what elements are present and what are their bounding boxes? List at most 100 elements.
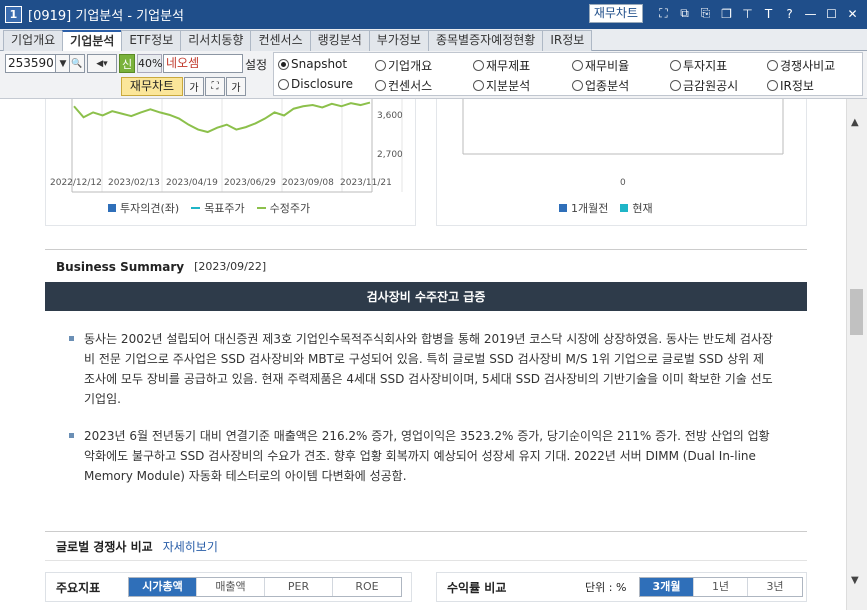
radio-option-0[interactable]: Snapshot <box>278 57 347 71</box>
radio-option-11[interactable]: IR정보 <box>767 77 814 94</box>
link-icon[interactable]: ⧉ <box>676 4 693 23</box>
indicator-tab-3[interactable]: ROE <box>333 578 401 596</box>
x-tick-label: 2023/09/08 <box>282 178 334 188</box>
maximize-icon[interactable]: ☐ <box>823 4 840 23</box>
fit-screen-icon[interactable]: ⛶ <box>205 77 225 96</box>
radio-label: Snapshot <box>291 57 348 71</box>
font-increase-label: 가 <box>231 83 241 94</box>
opinion-chart-panel: 0 1개월전 현재 <box>436 99 807 226</box>
target-price-chart-panel: 2022/12/12 2023/02/13 2023/04/19 2023/06/29… <box>45 99 416 226</box>
radio-dot-icon <box>375 60 386 71</box>
radio-label: 금감원공시 <box>683 79 739 93</box>
period-tab-0[interactable]: 3개월 <box>640 578 694 596</box>
legend-label: 수정주가 <box>269 202 311 215</box>
title-bar: 1 [0919] 기업분석 - 기업분석 재무차트 ⛶ ⧉ ⎘ ❐ ⊤ T ? … <box>0 0 867 29</box>
scroll-up-icon[interactable]: ▲ <box>851 117 859 128</box>
radio-label: 재무비율 <box>585 59 630 73</box>
content-area: 2022/12/12 2023/02/13 2023/04/19 2023/06/29… <box>0 99 846 610</box>
minimize-icon[interactable]: — <box>802 4 819 23</box>
tab-0[interactable]: 기업개요 <box>3 30 64 51</box>
tab-7[interactable]: 종목별증자예정현황 <box>427 30 544 51</box>
indicator-tab-2[interactable]: PER <box>265 578 333 596</box>
global-comparison-header: 글로벌 경쟁사 비교 자세히보기 <box>45 531 807 561</box>
radio-label: 투자지표 <box>683 59 728 73</box>
speaker-icon[interactable]: ◀▾ <box>87 54 117 73</box>
radio-label: 경쟁사비교 <box>780 59 836 73</box>
radio-label: IR정보 <box>780 79 814 93</box>
opinion-chart <box>462 99 784 155</box>
new-stock-badge: 신 <box>119 54 135 73</box>
radio-dot-icon <box>572 80 583 91</box>
chart-icon[interactable]: ⛶ <box>655 4 672 23</box>
radio-dot-icon <box>767 60 778 71</box>
radio-option-5[interactable]: 경쟁사비교 <box>767 57 835 74</box>
font-increase-button[interactable]: 가 <box>226 77 246 96</box>
x-tick-label: 0 <box>620 178 626 188</box>
close-icon[interactable]: ✕ <box>844 4 861 23</box>
return-compare-panel: 수익률 비교 단위 : % 3개월 1년 3년 <box>436 572 807 602</box>
legend-item: 투자의견(좌) <box>108 200 179 216</box>
x-tick-label: 2023/11/21 <box>340 178 392 188</box>
radio-option-8[interactable]: 지분분석 <box>473 77 530 94</box>
radio-option-1[interactable]: 기업개요 <box>375 57 432 74</box>
radio-option-6[interactable]: Disclosure <box>278 77 353 91</box>
unit-label: 단위 : % <box>585 581 627 594</box>
tab-1[interactable]: 기업분석 <box>62 30 123 52</box>
window-number[interactable]: 1 <box>5 6 22 23</box>
tab-6[interactable]: 부가정보 <box>368 30 429 51</box>
return-compare-title: 수익률 비교 <box>447 580 507 595</box>
copy-icon[interactable]: ⎘ <box>697 4 714 23</box>
chart-legend-2: 1개월전 현재 <box>559 200 661 216</box>
radio-label: 업종분석 <box>585 79 630 93</box>
legend-swatch <box>108 204 116 212</box>
legend-swatch <box>256 207 266 209</box>
view-radio-group: Snapshot 기업개요 재무제표 재무비율 투자지표 경쟁사비교 Disclosure 컨… <box>273 52 863 96</box>
radio-dot-icon <box>375 80 386 91</box>
toolbar: 253590 ▼ 🔍 ◀▾ 신 40% 네오셈 설정 재무차트 가 ⛶ 가 Sn… <box>0 51 867 99</box>
global-comparison-title: 글로벌 경쟁사 비교 <box>56 539 153 554</box>
view-details-link[interactable]: 자세히보기 <box>163 538 218 555</box>
stock-code-input[interactable]: 253590 <box>5 54 56 73</box>
radio-option-10[interactable]: 금감원공시 <box>670 77 738 94</box>
help-icon[interactable]: ? <box>781 4 798 23</box>
financial-chart-toolbar-button[interactable]: 재무차트 <box>121 77 183 96</box>
period-tab-2[interactable]: 3년 <box>748 578 802 596</box>
radio-label: 지분분석 <box>486 79 531 93</box>
legend-swatch <box>620 204 629 212</box>
radio-label: 재무제표 <box>486 59 531 73</box>
pin-icon[interactable]: ⊤ <box>739 4 756 23</box>
scroll-down-icon[interactable]: ▼ <box>851 575 859 586</box>
legend-swatch <box>559 204 567 212</box>
radio-label: Disclosure <box>291 77 354 91</box>
radio-option-2[interactable]: 재무제표 <box>473 57 530 74</box>
summary-paragraph: 동사는 2002년 설립되어 대신증권 제3호 기업인수목적주식회사와 합병을 … <box>84 332 773 406</box>
legend-label: 1개월전 <box>571 202 609 215</box>
radio-dot-icon <box>670 60 681 71</box>
legend-item: 현재 <box>620 200 653 216</box>
tab-2[interactable]: ETF정보 <box>121 30 182 51</box>
tab-5[interactable]: 랭킹분석 <box>309 30 370 51</box>
radio-option-7[interactable]: 컨센서스 <box>375 77 432 94</box>
search-icon[interactable]: 🔍 <box>69 54 85 73</box>
font-icon[interactable]: T <box>760 4 777 23</box>
financial-chart-button[interactable]: 재무차트 <box>588 4 643 23</box>
margin-rate-badge: 40% <box>137 54 162 73</box>
x-tick-label: 2023/06/29 <box>224 178 276 188</box>
period-tab-1[interactable]: 1년 <box>694 578 748 596</box>
y-tick-label: 3,600 <box>377 111 403 121</box>
tab-8[interactable]: IR정보 <box>542 30 593 51</box>
restore-icon[interactable]: ❐ <box>718 4 735 23</box>
legend-label: 목표주가 <box>204 202 245 215</box>
font-decrease-button[interactable]: 가 <box>184 77 204 96</box>
radio-option-9[interactable]: 업종분석 <box>572 77 629 94</box>
settings-button[interactable]: 설정 <box>245 56 267 73</box>
tab-4[interactable]: 컨센서스 <box>250 30 311 51</box>
stock-name-field[interactable]: 네오셈 <box>163 54 243 73</box>
tab-3[interactable]: 리서치동향 <box>180 30 252 51</box>
radio-option-4[interactable]: 투자지표 <box>670 57 727 74</box>
vertical-scrollbar[interactable]: ▲ ▼ <box>846 99 867 610</box>
indicator-tab-0[interactable]: 시가총액 <box>129 578 197 596</box>
radio-option-3[interactable]: 재무비율 <box>572 57 629 74</box>
scroll-thumb[interactable] <box>850 289 863 335</box>
indicator-tab-1[interactable]: 매출액 <box>197 578 265 596</box>
